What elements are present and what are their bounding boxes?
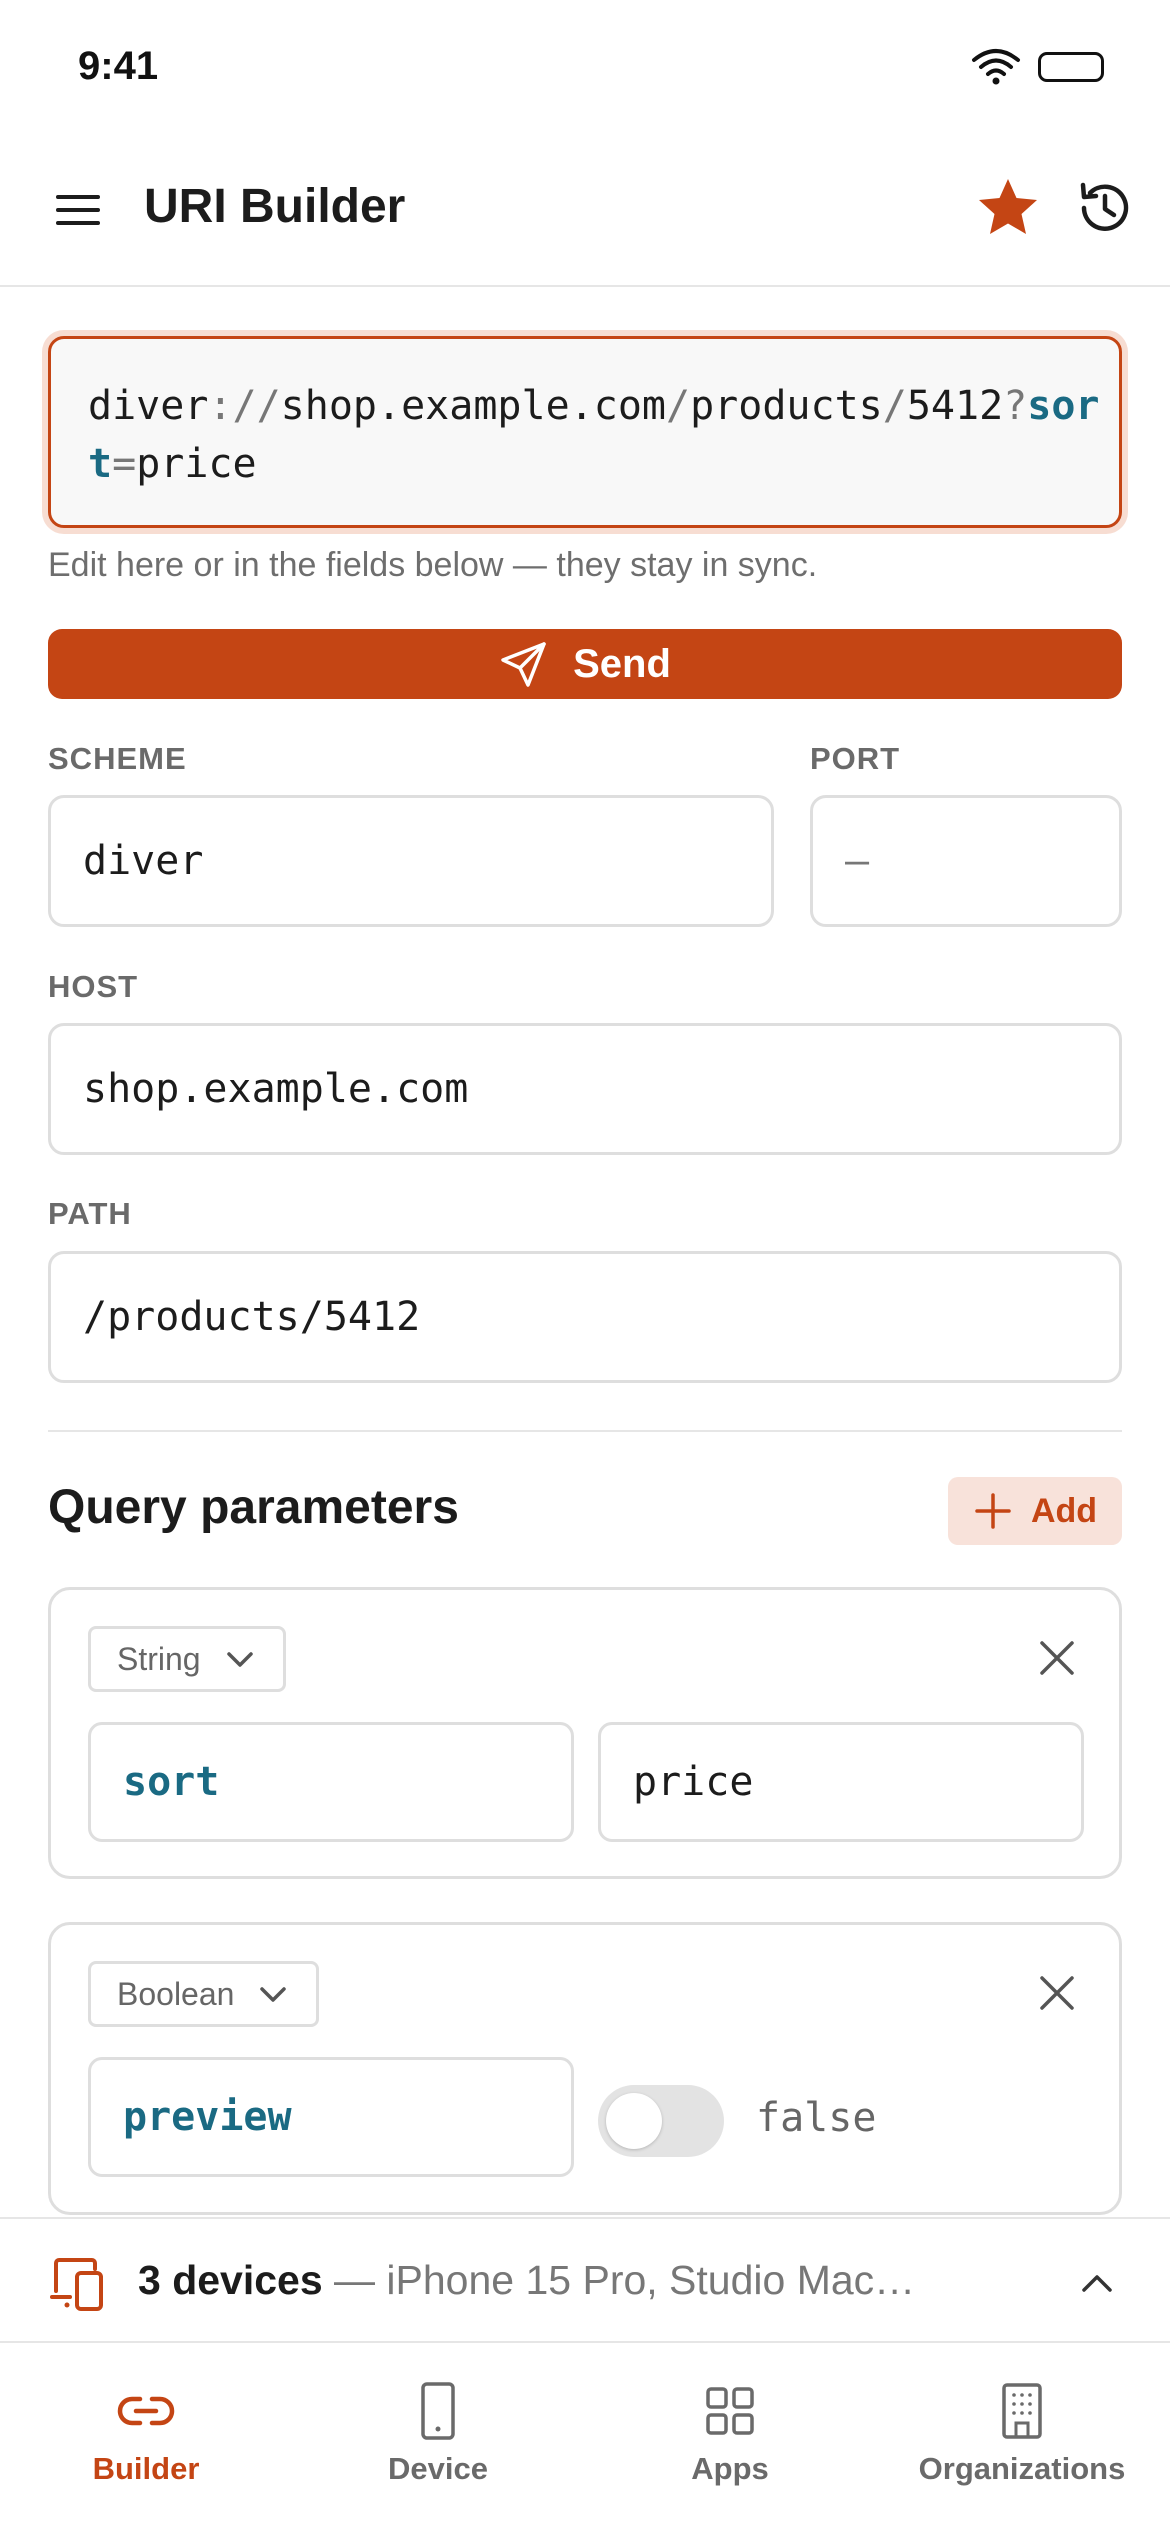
port-label: PORT: [810, 741, 901, 776]
param-value-input[interactable]: price: [598, 1722, 1084, 1842]
uri-editor[interactable]: diver://shop.example.com/products/5412?s…: [48, 336, 1122, 528]
uri-scheme: diver: [88, 383, 209, 429]
page-title: URI Builder: [144, 180, 406, 233]
param-card: String sort price: [48, 1587, 1122, 1879]
chevron-down-icon: [260, 1987, 287, 2002]
toggle-knob: [606, 2093, 662, 2149]
uri-separator: ://: [208, 383, 281, 429]
type-select[interactable]: String: [88, 1626, 286, 1692]
star-icon[interactable]: [975, 175, 1041, 241]
param-card: Boolean preview false: [48, 1922, 1122, 2215]
uri-query-value: price: [136, 441, 257, 487]
plus-icon: [975, 1493, 1011, 1529]
battery-icon: [1038, 52, 1104, 82]
divider: [48, 1430, 1122, 1432]
chevron-down-icon: [226, 1652, 253, 1667]
grid-icon: [706, 2387, 754, 2435]
tab-label: Builder: [92, 2451, 200, 2486]
boolean-toggle[interactable]: [598, 2085, 724, 2157]
tab-apps[interactable]: Apps: [584, 2379, 876, 2499]
tab-label: Apps: [691, 2451, 769, 2486]
chevron-up-icon[interactable]: [1076, 2263, 1118, 2305]
app-bar: URI Builder: [0, 135, 1170, 287]
add-param-button[interactable]: Add: [948, 1477, 1122, 1545]
phone-icon: [421, 2382, 455, 2440]
type-select-value: Boolean: [117, 1975, 235, 2012]
path-label: PATH: [48, 1196, 132, 1231]
devices-summary: 3 devices — iPhone 15 Pro, Studio Mac…: [138, 2257, 915, 2304]
scheme-label: SCHEME: [48, 741, 187, 776]
param-key-input[interactable]: sort: [88, 1722, 574, 1842]
uri-path-segment: 5412: [906, 383, 1004, 429]
boolean-value: false: [756, 2095, 877, 2141]
status-bar: 9:41: [0, 0, 1170, 135]
uri-host: shop.example.com: [280, 383, 666, 429]
close-icon[interactable]: [1035, 1636, 1079, 1680]
param-key-input[interactable]: preview: [88, 2057, 574, 2177]
send-icon: [501, 642, 546, 687]
tab-device[interactable]: Device: [292, 2379, 584, 2499]
link-icon: [117, 2396, 175, 2426]
wifi-icon: [972, 49, 1020, 85]
menu-icon[interactable]: [50, 187, 106, 233]
devices-bar[interactable]: 3 devices — iPhone 15 Pro, Studio Mac…: [0, 2217, 1170, 2343]
devices-icon: [50, 2258, 103, 2311]
history-icon[interactable]: [1072, 177, 1134, 239]
uri-path-separator: /: [665, 383, 691, 429]
uri-path-separator: /: [882, 383, 907, 429]
devices-count: 3 devices: [138, 2257, 323, 2303]
close-icon[interactable]: [1035, 1971, 1079, 2015]
port-field[interactable]: —: [810, 795, 1122, 927]
host-label: HOST: [48, 969, 139, 1004]
type-select[interactable]: Boolean: [88, 1961, 320, 2027]
send-label: Send: [573, 641, 671, 686]
uri-path-segment: products: [690, 383, 883, 429]
uri-query-equals: =: [112, 441, 137, 487]
path-field[interactable]: /products/5412: [48, 1251, 1122, 1383]
tab-label: Organizations: [918, 2451, 1126, 2486]
tab-builder[interactable]: Builder: [0, 2379, 292, 2499]
send-button[interactable]: Send: [48, 629, 1122, 699]
host-field[interactable]: shop.example.com: [48, 1023, 1122, 1155]
uri-query-separator: ?: [1003, 383, 1028, 429]
uri-hint: Edit here or in the fields below — they …: [48, 546, 818, 584]
building-icon: [1002, 2383, 1042, 2439]
status-time: 9:41: [78, 44, 159, 88]
add-label: Add: [1030, 1491, 1098, 1530]
scheme-field[interactable]: diver: [48, 795, 774, 927]
tab-bar: Builder Device Apps Organizations: [0, 2343, 1170, 2532]
query-section-title: Query parameters: [48, 1481, 459, 1534]
tab-label: Device: [388, 2451, 488, 2486]
type-select-value: String: [117, 1640, 201, 1677]
devices-list: — iPhone 15 Pro, Studio Mac…: [322, 2257, 916, 2303]
tab-organizations[interactable]: Organizations: [876, 2379, 1168, 2499]
